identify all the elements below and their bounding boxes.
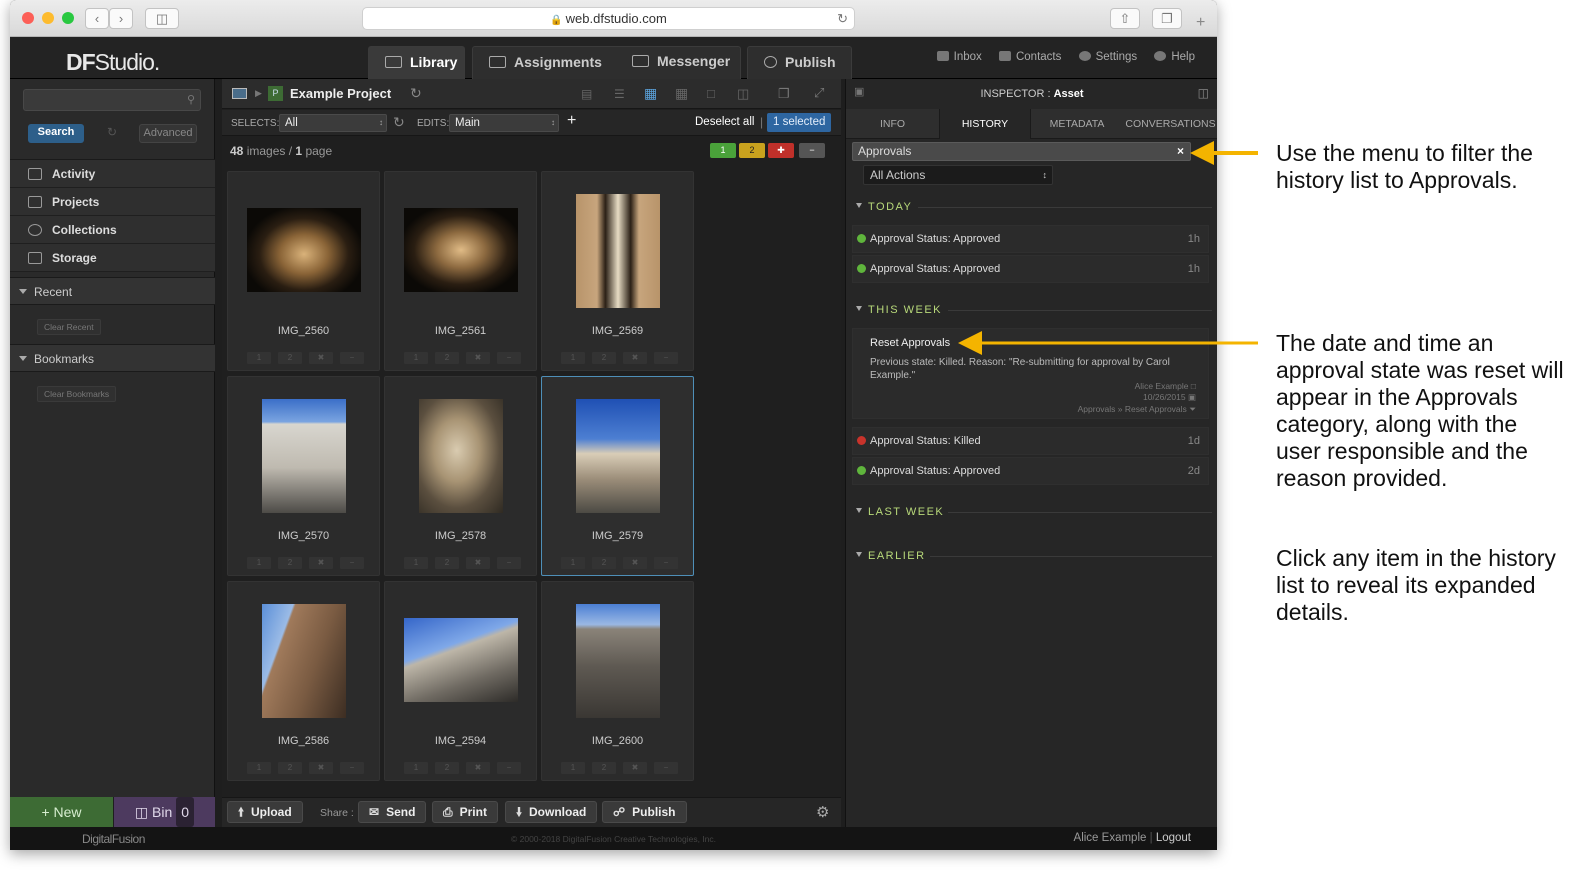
arrow-to-filter: [1190, 141, 1258, 165]
annotation-reset-note: The date and time an approval state was …: [1276, 330, 1564, 491]
annotation-click-note: Click any item in the history list to re…: [1276, 545, 1556, 625]
arrow-to-reset-approvals: [958, 331, 1258, 355]
annotation-filter-note: Use the menu to filter the history list …: [1276, 140, 1533, 193]
